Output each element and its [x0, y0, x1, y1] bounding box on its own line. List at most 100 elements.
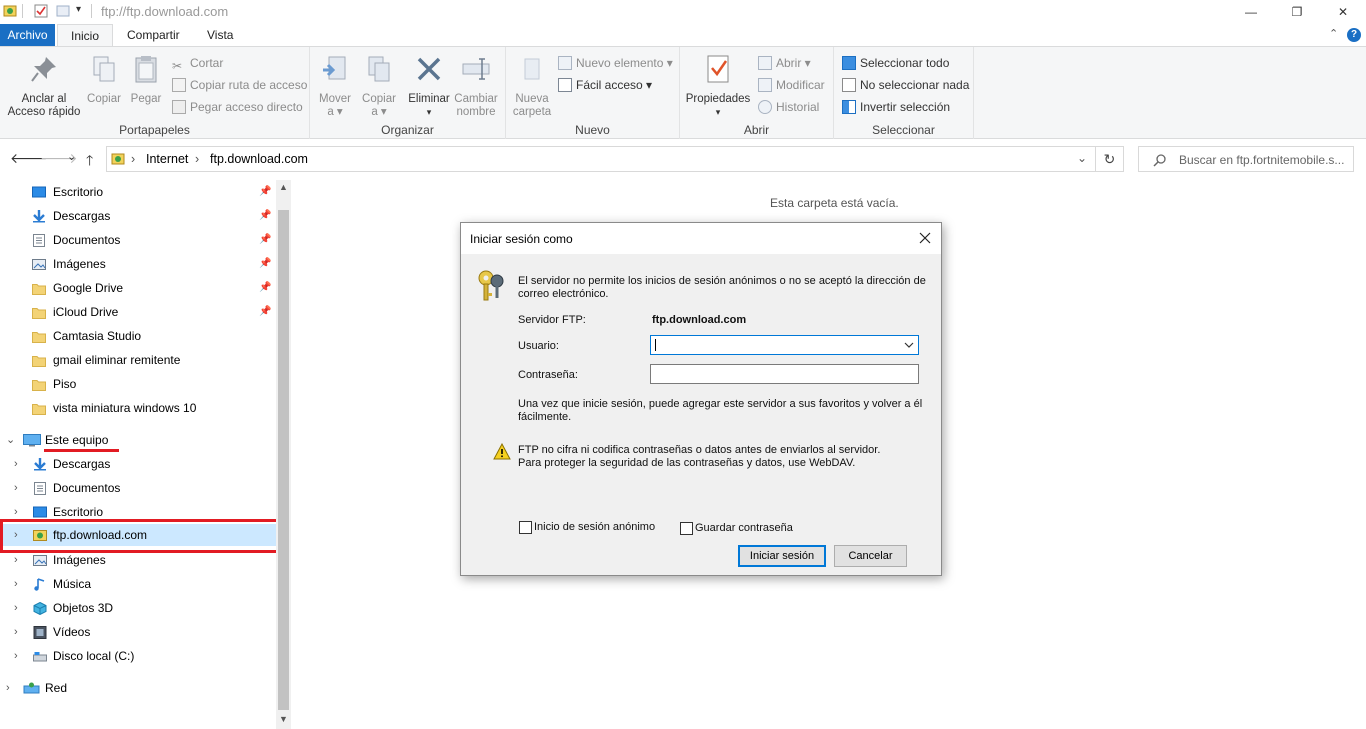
nav-item-network[interactable]: › Red	[0, 677, 276, 699]
rename-button[interactable]: Cambiar nombre	[452, 53, 500, 119]
navigation-pane: Escritorio 📌 Descargas 📌 Documentos 📌 Imágenes…	[0, 180, 291, 729]
cancel-button[interactable]: Cancelar	[834, 545, 907, 567]
breadcrumb-internet[interactable]: Internet	[146, 152, 188, 166]
nav-item-quick-access[interactable]: Escritorio 📌	[0, 181, 276, 203]
warning-line1: FTP no cifra ni codifica contraseñas o d…	[518, 444, 881, 456]
open-label: Abrir ▾	[776, 56, 811, 70]
paste-shortcut-button[interactable]: Pegar acceso directo	[172, 97, 303, 117]
nav-item-this-pc-child[interactable]: › Música	[0, 573, 276, 595]
nav-item-label: Documentos	[53, 481, 121, 495]
customize-qat-icon[interactable]: ▾	[76, 4, 81, 15]
pin-icon[interactable]: 📌	[259, 301, 271, 323]
pin-icon[interactable]: 📌	[259, 229, 271, 251]
tab-compartir[interactable]: Compartir	[114, 24, 193, 46]
restore-button[interactable]: ❐	[1274, 0, 1320, 24]
nav-item-this-pc-child[interactable]: › Descargas	[0, 453, 276, 475]
copy-path-button[interactable]: Copiar ruta de acceso	[172, 75, 307, 95]
pin-icon[interactable]: 📌	[259, 253, 271, 275]
paste-button[interactable]: Pegar	[126, 53, 166, 106]
user-combobox[interactable]	[650, 335, 919, 355]
save-password-label[interactable]: Guardar contraseña	[695, 522, 793, 535]
close-window-button[interactable]: ✕	[1320, 0, 1366, 24]
chevron-right-icon[interactable]: ›	[14, 573, 18, 595]
tab-archivo[interactable]: Archivo	[0, 24, 55, 46]
nav-item-quick-access[interactable]: Descargas 📌	[0, 205, 276, 227]
nav-scrollbar[interactable]: ▲ ▼	[276, 180, 291, 729]
nav-item-quick-access[interactable]: Camtasia Studio	[0, 325, 276, 347]
copy-to-button[interactable]: Copiar a ▾	[358, 53, 400, 119]
nav-item-quick-access[interactable]: Google Drive 📌	[0, 277, 276, 299]
chevron-down-icon[interactable]: ⌄	[6, 429, 15, 451]
nav-item-quick-access[interactable]: Piso	[0, 373, 276, 395]
invert-selection-button[interactable]: Invertir selección	[842, 97, 950, 117]
nav-item-this-pc[interactable]: ⌄ Este equipo	[0, 429, 276, 451]
easy-access-button[interactable]: Fácil acceso ▾	[558, 75, 652, 95]
nav-item-this-pc-child[interactable]: › Disco local (C:)	[0, 645, 276, 667]
minimize-button[interactable]: —	[1228, 0, 1274, 24]
nav-item-this-pc-child[interactable]: › Vídeos	[0, 621, 276, 643]
refresh-button[interactable]: ↻	[1096, 146, 1124, 172]
open-button[interactable]: Abrir ▾	[758, 53, 811, 73]
move-to-button[interactable]: Mover a ▾	[314, 53, 356, 119]
chevron-right-icon[interactable]: ›	[14, 453, 18, 475]
pin-icon	[31, 57, 56, 82]
history-button[interactable]: Historial	[758, 97, 819, 117]
scroll-down-icon[interactable]: ▼	[279, 714, 288, 724]
anonymous-login-checkbox[interactable]	[519, 521, 532, 534]
password-field[interactable]	[650, 364, 919, 384]
copy-button[interactable]: Copiar	[84, 53, 124, 106]
nav-item-label: Google Drive	[53, 281, 124, 295]
new-folder-qat-icon[interactable]	[56, 4, 70, 18]
login-button[interactable]: Iniciar sesión	[738, 545, 826, 567]
nav-item-this-pc-child[interactable]: › Documentos	[0, 477, 276, 499]
cut-button[interactable]: ✂ Cortar	[172, 53, 223, 73]
properties-qat-icon[interactable]	[34, 4, 48, 18]
tab-inicio[interactable]: Inicio	[57, 24, 114, 47]
save-password-checkbox[interactable]	[680, 522, 693, 535]
help-icon[interactable]: ?	[1347, 28, 1361, 42]
chevron-right-icon[interactable]: ›	[14, 477, 18, 499]
nav-item-quick-access[interactable]: vista miniatura windows 10	[0, 397, 276, 419]
up-button[interactable]: 🡑	[86, 150, 93, 174]
nav-item-quick-access[interactable]: iCloud Drive 📌	[0, 301, 276, 323]
nav-item-quick-access[interactable]: Documentos 📌	[0, 229, 276, 251]
pin-icon[interactable]: 📌	[259, 277, 271, 299]
new-folder-button[interactable]: Nueva carpeta	[510, 53, 554, 119]
chevron-right-icon[interactable]: ›	[14, 645, 18, 667]
invert-selection-icon	[842, 100, 856, 114]
properties-button[interactable]: Propiedades ▾	[682, 53, 754, 119]
select-none-button[interactable]: No seleccionar nada	[842, 75, 969, 95]
pin-icon[interactable]: 📌	[259, 181, 271, 203]
address-dropdown-icon[interactable]: ⌄	[1077, 151, 1087, 165]
scroll-up-icon[interactable]: ▲	[279, 182, 288, 192]
copy-path-label: Copiar ruta de acceso	[190, 78, 308, 92]
chevron-right-icon[interactable]: ›	[6, 677, 10, 699]
recent-locations-button[interactable]: ⌄	[67, 150, 76, 163]
scrollbar-thumb[interactable]	[278, 210, 289, 710]
nav-item-quick-access[interactable]: Imágenes 📌	[0, 253, 276, 275]
breadcrumb-ftp[interactable]: ftp.download.com	[210, 152, 308, 166]
collapse-ribbon-icon[interactable]: ⌃	[1329, 27, 1338, 40]
pin-quick-access-button[interactable]: Anclar al Acceso rápido	[4, 53, 84, 119]
nav-item-label: Vídeos	[53, 625, 91, 639]
password-label: Contraseña:	[518, 369, 578, 381]
chevron-down-icon[interactable]	[904, 342, 914, 349]
nav-item-label: iCloud Drive	[53, 305, 119, 319]
select-all-button[interactable]: Seleccionar todo	[842, 53, 949, 73]
search-box[interactable]: Buscar en ftp.fortnitemobile.s...	[1138, 146, 1354, 172]
chevron-right-icon[interactable]: ›	[14, 597, 18, 619]
chevron-right-icon[interactable]: ›	[14, 621, 18, 643]
anonymous-login-label[interactable]: Inicio de sesión anónimo	[534, 521, 655, 534]
user-label: Usuario:	[518, 340, 559, 352]
nav-item-label: Camtasia Studio	[53, 329, 142, 343]
edit-button[interactable]: Modificar	[758, 75, 825, 95]
dialog-close-button[interactable]	[913, 226, 937, 250]
nav-item-quick-access[interactable]: gmail eliminar remitente	[0, 349, 276, 371]
new-item-button[interactable]: Nuevo elemento ▾	[558, 53, 673, 73]
tab-vista[interactable]: Vista	[194, 24, 246, 46]
pin-icon[interactable]: 📌	[259, 205, 271, 227]
address-box[interactable]: › Internet › ftp.download.com ⌄	[106, 146, 1096, 172]
properties-label-1: Propiedades	[685, 93, 751, 105]
nav-item-this-pc-child[interactable]: › Objetos 3D	[0, 597, 276, 619]
delete-button[interactable]: Eliminar ▾	[406, 53, 452, 119]
